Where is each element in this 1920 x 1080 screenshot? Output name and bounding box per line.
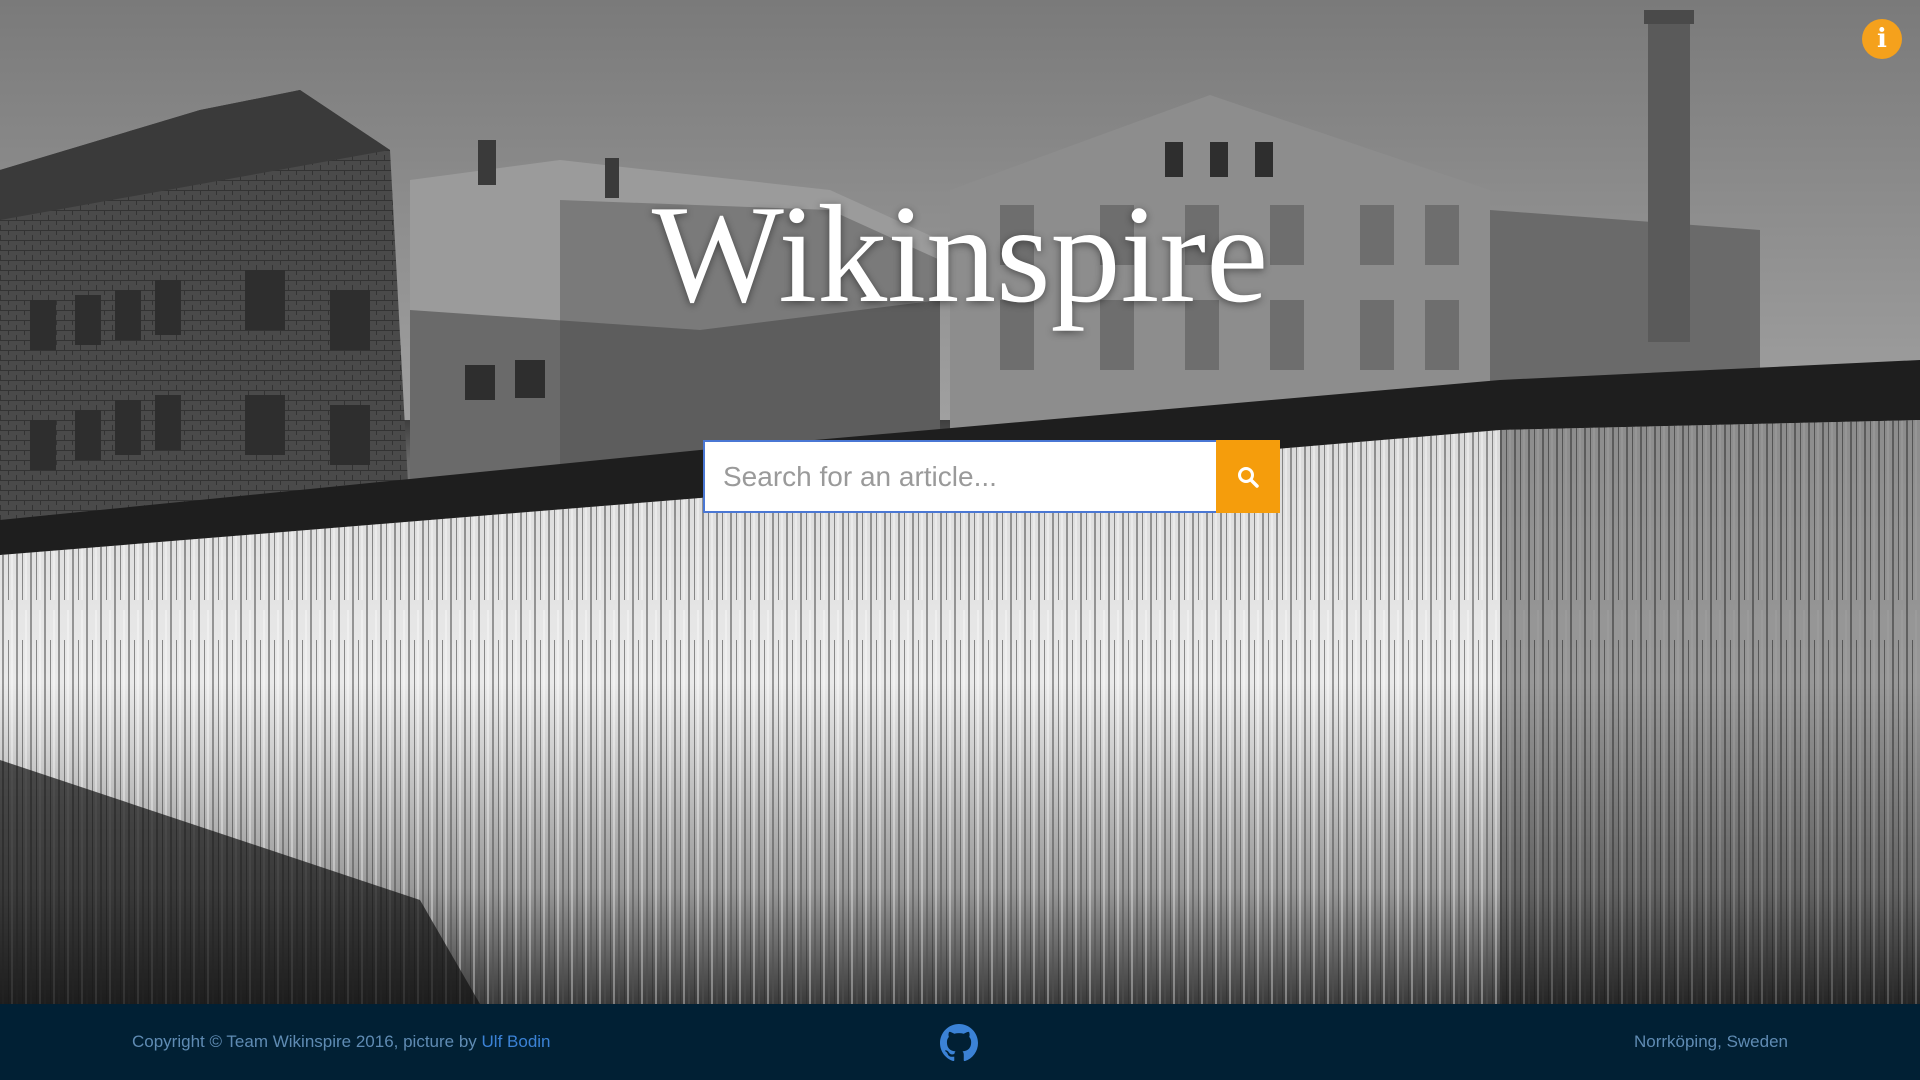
- photographer-link[interactable]: Ulf Bodin: [482, 1032, 551, 1051]
- search-input[interactable]: [703, 440, 1216, 513]
- github-icon: [940, 1024, 978, 1062]
- footer-copyright: Copyright © Team Wikinspire 2016, pictur…: [132, 1032, 551, 1052]
- search-button[interactable]: [1216, 440, 1280, 513]
- footer-location: Norrköping, Sweden: [1633, 1032, 1788, 1051]
- site-title: Wikinspire: [651, 177, 1269, 332]
- copyright-text: Copyright © Team Wikinspire 2016, pictur…: [132, 1032, 482, 1051]
- github-link[interactable]: [940, 1024, 978, 1062]
- footer: Copyright © Team Wikinspire 2016, pictur…: [0, 1004, 1920, 1080]
- search-icon: [1238, 466, 1259, 488]
- info-icon: i: [1877, 24, 1887, 54]
- search-bar: [703, 440, 1280, 513]
- page: i Wikinspire Copyright © Team Wikinspire…: [0, 0, 1920, 1080]
- info-button[interactable]: i: [1862, 19, 1902, 59]
